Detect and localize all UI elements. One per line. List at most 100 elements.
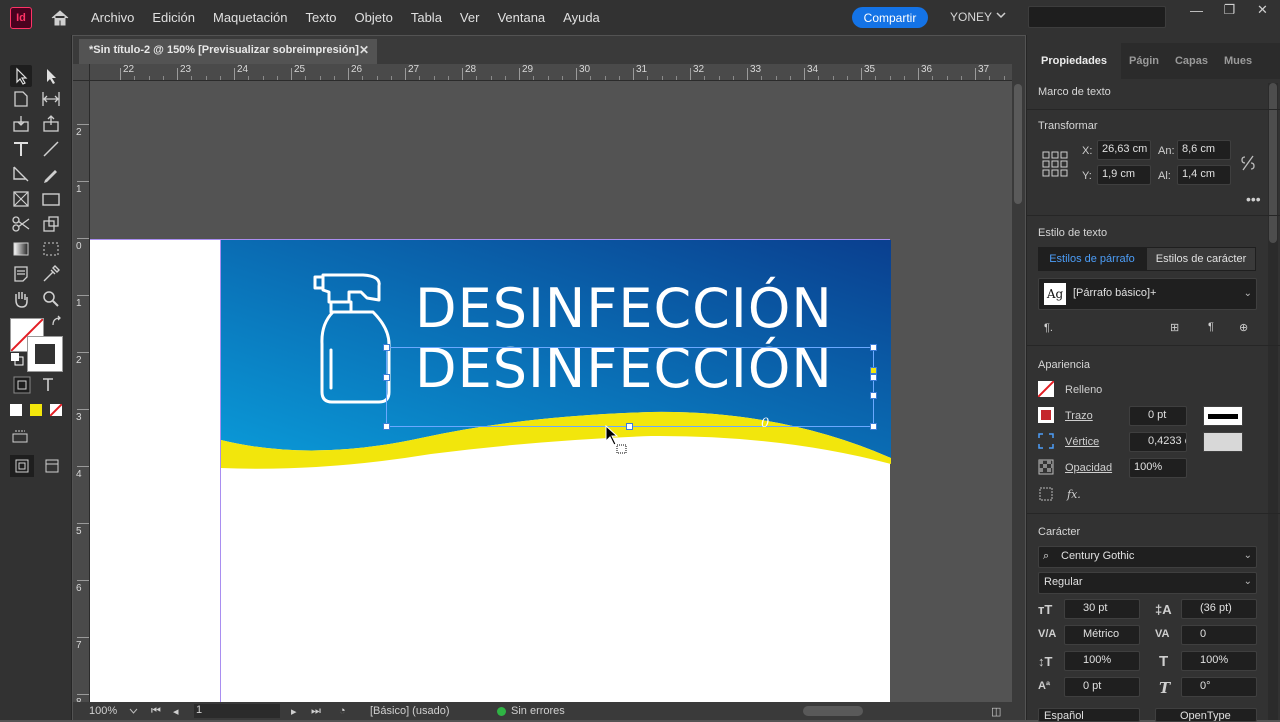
corner-options-icon[interactable] (1038, 433, 1054, 449)
frame-handle[interactable] (870, 374, 877, 381)
gradient-tool-icon[interactable] (10, 238, 32, 260)
last-page-icon[interactable]: ⏭ (311, 705, 321, 718)
corner-size-field[interactable]: 0,4233 cm (1129, 432, 1187, 452)
menu-archivo[interactable]: Archivo (82, 10, 143, 25)
open-preflight-icon[interactable]: ◔ (339, 705, 346, 717)
pen-tool-icon[interactable] (10, 163, 32, 185)
horizontal-ruler[interactable]: 22 23 24 25 26 27 28 29 30 31 32 33 34 35 36 37 (90, 64, 1012, 81)
tab-layers[interactable]: Capas (1167, 43, 1216, 79)
corner-shape-dropdown[interactable] (1203, 432, 1243, 452)
direct-selection-tool-icon[interactable] (40, 65, 62, 87)
frame-handle[interactable] (383, 344, 390, 351)
search-input[interactable] (1028, 6, 1166, 28)
clear-overrides-icon[interactable]: ¶. (1044, 322, 1053, 334)
type-tool-icon[interactable] (10, 138, 32, 160)
page-number-field[interactable]: 1 (194, 704, 280, 718)
apply-color-yellow[interactable] (30, 404, 42, 416)
x-field[interactable]: 26,63 cm (1097, 140, 1151, 160)
screen-mode-icon[interactable] (10, 427, 30, 447)
gradient-feather-tool-icon[interactable] (40, 238, 62, 260)
tab-pages[interactable]: Págin (1121, 43, 1167, 79)
note-tool-icon[interactable] (10, 263, 32, 285)
fill-swatch-icon[interactable] (1038, 381, 1054, 397)
frame-handle[interactable] (383, 423, 390, 430)
pencil-tool-icon[interactable] (40, 163, 62, 185)
split-view-icon[interactable]: ◫ (991, 705, 1001, 718)
stroke-label[interactable]: Trazo (1065, 410, 1093, 422)
zoom-level[interactable]: 100% (89, 705, 117, 717)
tab-swatches[interactable]: Mues (1216, 43, 1260, 79)
document-page[interactable]: DESINFECCIÓN DESINFECCIÓN 0 (220, 240, 891, 702)
menu-ver[interactable]: Ver (451, 10, 489, 25)
page-tool-icon[interactable] (10, 88, 32, 110)
width-field[interactable]: 8,6 cm (1177, 140, 1231, 160)
create-style-icon[interactable]: ⊞ (1170, 321, 1179, 334)
font-family-dropdown[interactable]: ⌕ Century Gothic ⌄ (1038, 546, 1257, 568)
close-window-button[interactable]: ✕ (1246, 0, 1279, 20)
user-name[interactable]: YONEY (950, 10, 992, 24)
menu-objeto[interactable]: Objeto (346, 10, 402, 25)
constrain-proportions-icon[interactable] (1241, 155, 1255, 171)
preview-mode-icon[interactable] (40, 455, 64, 477)
opacity-label[interactable]: Opacidad (1065, 462, 1112, 474)
out-port[interactable] (870, 392, 877, 399)
frame-handle[interactable] (870, 423, 877, 430)
reference-point-icon[interactable] (1042, 151, 1068, 177)
first-page-icon[interactable]: ⏮ (151, 705, 161, 718)
hand-tool-icon[interactable] (10, 288, 32, 310)
height-field[interactable]: 1,4 cm (1177, 165, 1231, 185)
apply-none-swatch[interactable] (50, 404, 62, 416)
normal-view-icon[interactable] (10, 455, 34, 477)
horizontal-scroll-thumb[interactable] (803, 706, 863, 716)
base-style-label[interactable]: [Básico] (usado) (370, 705, 449, 717)
stroke-weight-field[interactable]: 0 pt (1129, 406, 1187, 426)
document-tab[interactable]: *Sin título-2 @ 150% [Previsualizar sobr… (79, 39, 377, 64)
menu-ayuda[interactable]: Ayuda (554, 10, 609, 25)
more-options-icon[interactable]: ••• (1246, 191, 1261, 207)
content-collector-icon[interactable] (10, 113, 32, 135)
horizontal-scale-field[interactable]: 100% (1181, 651, 1257, 671)
opacity-field[interactable]: 100% (1129, 458, 1187, 478)
font-size-field[interactable]: 30 pt (1064, 599, 1140, 619)
rectangle-frame-tool-icon[interactable] (10, 188, 32, 210)
document-canvas[interactable]: DESINFECCIÓN DESINFECCIÓN 0 (90, 81, 1012, 702)
formatting-container-icon[interactable] (12, 375, 32, 395)
new-style-icon[interactable]: ⊕ (1239, 321, 1248, 334)
vertical-scale-field[interactable]: 100% (1064, 651, 1140, 671)
minimize-button[interactable]: — (1180, 0, 1213, 20)
y-field[interactable]: 1,9 cm (1097, 165, 1151, 185)
skew-field[interactable]: 0° (1181, 677, 1257, 697)
frame-handle[interactable] (870, 344, 877, 351)
vertical-ruler[interactable]: 121012345678 (73, 81, 90, 702)
default-colors-icon[interactable] (10, 352, 24, 366)
stroke-swatch-icon[interactable] (1038, 407, 1054, 423)
free-transform-tool-icon[interactable] (40, 213, 62, 235)
content-placer-icon[interactable] (40, 113, 62, 135)
home-icon[interactable] (50, 8, 70, 28)
tracking-field[interactable]: 0 (1181, 625, 1257, 645)
corner-label[interactable]: Vértice (1065, 436, 1099, 448)
close-tab-icon[interactable]: ✕ (359, 43, 369, 57)
leading-field[interactable]: (36 pt) (1181, 599, 1257, 619)
previous-page-icon[interactable]: ◂ (173, 705, 179, 718)
menu-texto[interactable]: Texto (296, 10, 345, 25)
gap-tool-icon[interactable] (40, 88, 62, 110)
zoom-tool-icon[interactable] (40, 288, 62, 310)
selection-tool-icon[interactable] (10, 65, 32, 87)
rectangle-tool-icon[interactable] (40, 188, 62, 210)
vertical-scrollbar[interactable] (1012, 64, 1025, 702)
tab-character-styles[interactable]: Estilos de carácter (1146, 247, 1256, 271)
chevron-down-icon[interactable] (996, 10, 1006, 20)
panel-scroll-thumb[interactable] (1269, 83, 1277, 243)
font-style-dropdown[interactable]: Regular ⌄ (1038, 572, 1257, 594)
scroll-thumb[interactable] (1014, 84, 1022, 204)
share-button[interactable]: Compartir (852, 7, 928, 28)
line-tool-icon[interactable] (40, 138, 62, 160)
restore-button[interactable]: ❐ (1213, 0, 1246, 20)
stroke-swatch[interactable] (27, 336, 63, 372)
baseline-shift-field[interactable]: 0 pt (1064, 677, 1140, 697)
apply-none-white[interactable] (10, 404, 22, 416)
overset-port[interactable] (870, 367, 877, 374)
opacity-icon[interactable] (1038, 459, 1054, 475)
fx-button[interactable]: fx. (1067, 488, 1081, 501)
